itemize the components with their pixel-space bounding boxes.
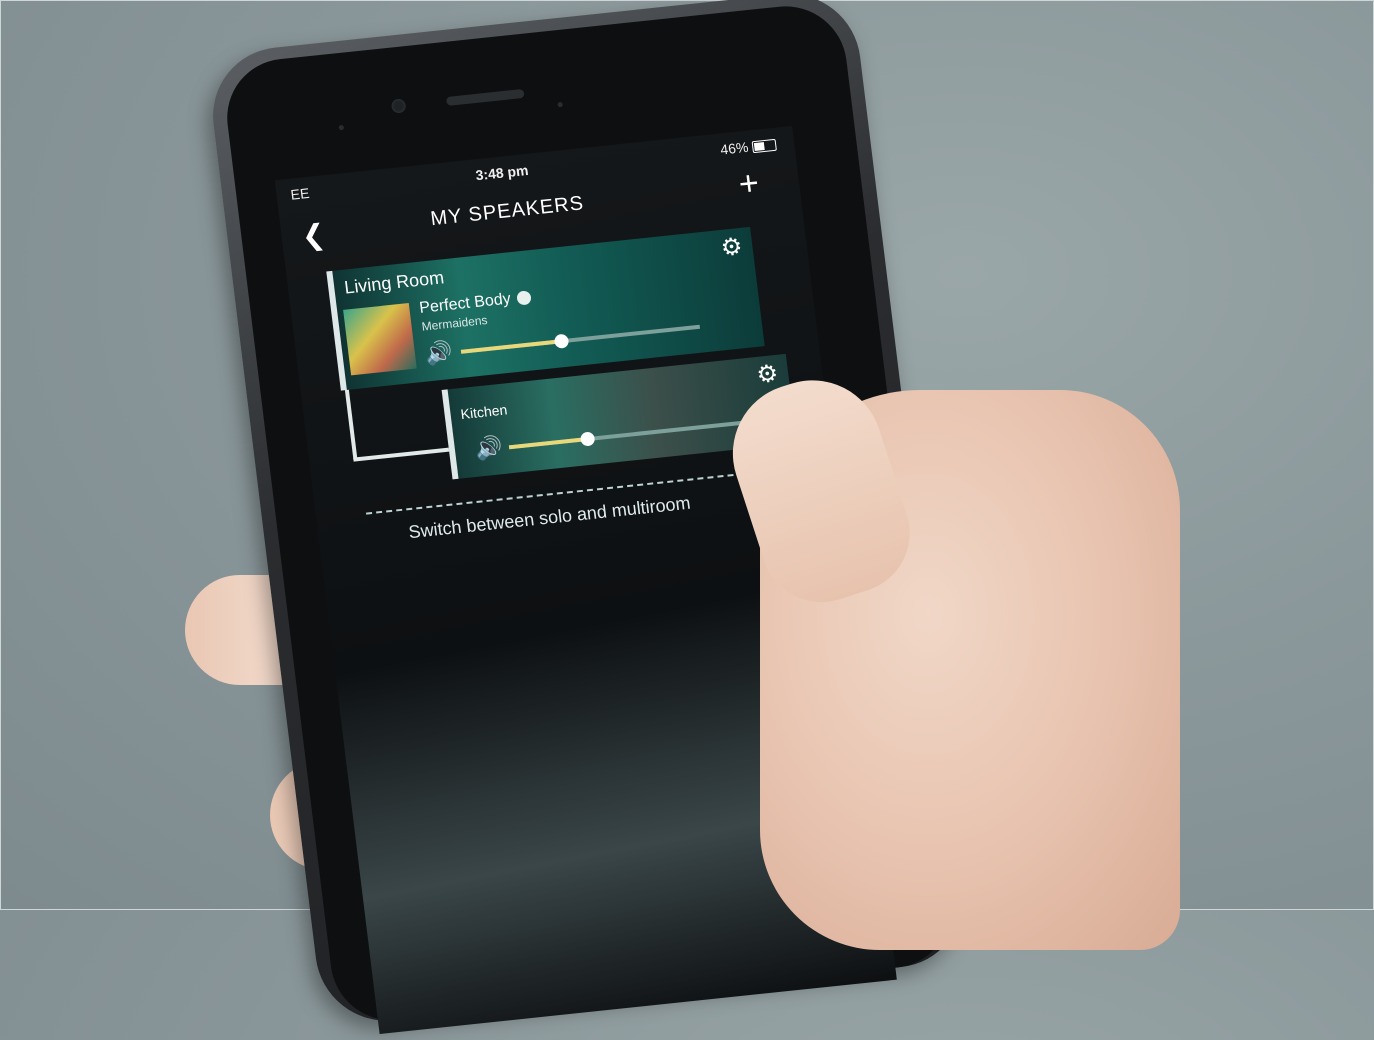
front-camera: [390, 98, 407, 114]
battery-indicator: 46%: [719, 136, 777, 158]
volume-knob[interactable]: [580, 431, 596, 447]
group-connector-vertical: [344, 389, 358, 460]
volume-slider[interactable]: [508, 420, 749, 450]
clock: 3:48 pm: [474, 161, 530, 184]
back-icon[interactable]: ❮: [300, 218, 327, 253]
group-connector-horizontal: [353, 447, 450, 462]
battery-percent: 46%: [719, 138, 750, 158]
sensor-dot: [557, 101, 563, 108]
carrier-label: EE: [289, 184, 311, 203]
volume-knob[interactable]: [553, 333, 570, 349]
gear-icon[interactable]: ⚙: [755, 359, 780, 390]
earpiece: [445, 88, 525, 106]
speaker-volume-icon[interactable]: 🔊: [424, 339, 454, 368]
spotify-icon: [515, 290, 532, 306]
battery-icon: [751, 139, 777, 154]
album-art: [343, 303, 417, 376]
track-title-text: Perfect Body: [418, 290, 512, 317]
volume-slider[interactable]: [460, 324, 701, 354]
volume-fill: [460, 339, 562, 354]
switch-mode-label[interactable]: Switch between solo and multiroom: [407, 493, 691, 543]
add-speaker-button[interactable]: +: [737, 164, 762, 205]
volume-fill: [508, 437, 589, 450]
sensor-dot: [338, 124, 345, 131]
room-name: Living Room: [343, 267, 446, 298]
speaker-volume-icon[interactable]: 🔊: [474, 434, 504, 463]
page-title: MY SPEAKERS: [429, 192, 586, 231]
room-name: Kitchen: [459, 401, 509, 423]
gear-icon[interactable]: ⚙: [719, 232, 744, 263]
